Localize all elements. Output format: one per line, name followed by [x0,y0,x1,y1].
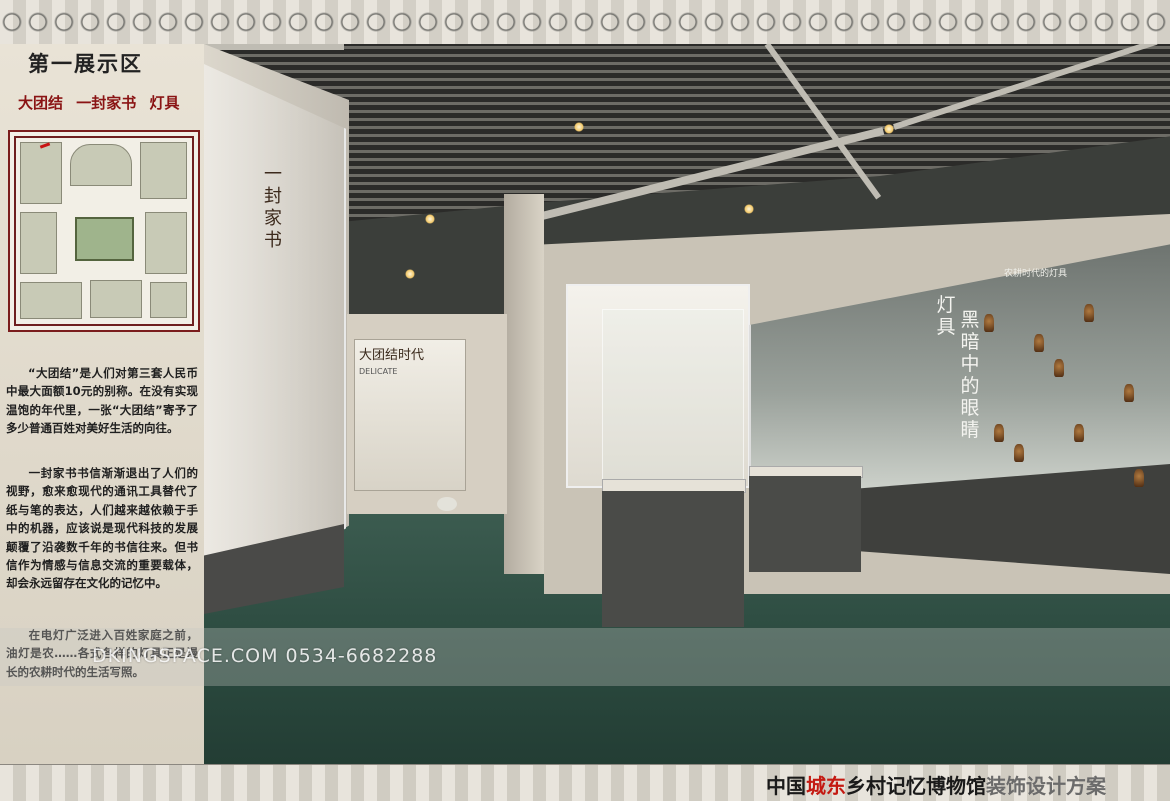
right-case-title: 灯具 [936,294,956,338]
ceiling-spotlight [425,214,435,224]
artifact [984,314,994,332]
topic-item: 大团结 [18,94,64,112]
right-case-subtitle: 黑暗中的眼睛 [960,309,980,441]
decorative-top-border [0,0,1170,45]
project-title-part: 装饰设计方案 [986,774,1106,798]
left-display-case [204,64,346,604]
topic-item: 一封家书 [76,94,137,112]
vitrine-plinth [602,491,744,627]
floor-plan-room [90,280,142,318]
floor-plan-room [145,212,187,274]
artifact [1014,444,1024,462]
project-title-part: 中国 [766,774,806,798]
ceiling-spotlight [884,124,894,134]
artifact [1074,424,1084,442]
topic-item: 灯具 [149,94,180,112]
description-paragraph: “大团结”是人们对第三套人民币中最大面额10元的别称。在没有实现温饱的年代里，一… [6,364,198,438]
artifact [1054,359,1064,377]
project-title: 中国城东乡村记忆博物馆装饰设计方案 [766,770,1106,799]
floor-plan-room [20,282,82,319]
exhibit-panel-tag: DELICATE [359,367,398,376]
description-text: 一封家书书信渐渐退出了人们的视野，愈来愈现代的通讯工具替代了纸与笔的表达，人们越… [6,466,198,591]
pillar [504,194,544,574]
floor-plan-room [70,144,132,186]
floor-plan-room [20,142,62,204]
left-case-label: 一封家书 [264,164,282,251]
floor-logo [437,497,457,511]
zone-title: 第一展示区 [28,51,143,76]
project-title-part: 乡村记忆博物馆 [846,774,986,798]
project-title-part: 城东 [806,774,846,798]
exhibit-panel-title: 大团结时代 [359,348,425,363]
floor-plan-room [20,212,57,274]
ceiling-beam [204,44,344,50]
floor-plan-center-hall [75,217,134,261]
artifact [1084,304,1094,322]
description-paragraph: 一封家书书信渐渐退出了人们的视野，愈来愈现代的通讯工具替代了纸与笔的表达，人们越… [6,464,198,593]
artifact [1134,469,1144,487]
artifact [1124,384,1134,402]
watermark: DKINGSPACE.COM 0534-6682288 [92,645,438,667]
topic-list: 大团结 一封家书 灯具 [18,92,188,113]
description-text: “大团结”是人们对第三套人民币中最大面额10元的别称。在没有实现温饱的年代里，一… [6,366,198,436]
exhibit-panel: 大团结时代 DELICATE [354,339,466,491]
ceiling-spotlight [574,122,584,132]
floor-plan-room [150,282,187,318]
ceiling-spotlight [744,204,754,214]
vitrine-plinth [749,476,861,572]
floor-plan-thumbnail [8,130,200,332]
right-case-caption: 农耕时代的灯具 [1004,269,1068,279]
glass-vitrine [602,309,744,489]
artifact [1034,334,1044,352]
artifact [994,424,1004,442]
floor-plan-room [140,142,187,199]
ceiling-spotlight [405,269,415,279]
